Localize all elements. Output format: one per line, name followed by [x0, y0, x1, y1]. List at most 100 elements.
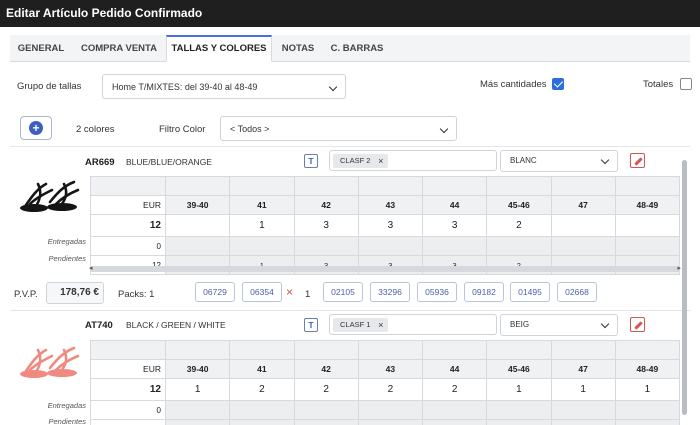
size-header: 45-46	[486, 195, 552, 215]
quantity-cell[interactable]	[164, 214, 231, 237]
color-select[interactable]: BEIG	[500, 314, 618, 336]
table-cell	[357, 340, 424, 360]
t-button[interactable]: T	[304, 318, 318, 332]
close-icon[interactable]: ×	[378, 154, 383, 168]
article-color-name: BLACK / GREEN / WHITE	[126, 320, 226, 330]
chevron-down-icon	[600, 319, 610, 329]
table-cell	[293, 400, 359, 420]
chevron-down-icon	[328, 82, 338, 92]
quantity-cell[interactable]: 2	[357, 378, 424, 401]
close-icon[interactable]: ×	[378, 318, 383, 332]
quantity-cell[interactable]: 1	[550, 378, 616, 401]
table-cell	[164, 236, 231, 256]
barcode-chip[interactable]: 01495	[510, 282, 550, 302]
article-code: AR669	[85, 157, 115, 168]
barcode-chip[interactable]: 02668	[557, 282, 597, 302]
size-header: 43	[357, 359, 424, 379]
close-icon[interactable]: ×	[286, 286, 293, 298]
horizontal-scrollbar[interactable]: ◂ ▸	[89, 265, 681, 272]
pendientes-cell: 2	[229, 419, 295, 425]
divider	[10, 146, 690, 147]
size-header: 47	[550, 359, 616, 379]
quantity-cell[interactable]: 2	[229, 378, 295, 401]
grupo-tallas-select[interactable]: Home T/MIXTES: del 39-40 al 48-49	[102, 74, 346, 99]
pendientes-cell: 1	[486, 419, 552, 425]
shoe-image	[20, 180, 80, 212]
table-cell	[614, 400, 681, 420]
barcode-chip[interactable]: 33296	[370, 282, 410, 302]
pendientes-cell: 2	[357, 419, 424, 425]
barcode-chip[interactable]: 02105	[323, 282, 363, 302]
article-code: AT740	[85, 320, 113, 331]
quantity-cell[interactable]: 3	[357, 214, 424, 237]
quantity-cell[interactable]: 1	[164, 378, 231, 401]
scroll-left-icon[interactable]: ◂	[89, 265, 93, 272]
pendientes-value: 12	[90, 419, 166, 425]
quantity-cell[interactable]	[550, 214, 616, 237]
quantity-cell[interactable]: 1	[614, 378, 681, 401]
tab-c-barras[interactable]: C. BARRAS	[324, 35, 390, 62]
shoe-image	[20, 346, 80, 378]
paint-brush-icon[interactable]	[630, 317, 645, 332]
t-button[interactable]: T	[304, 154, 318, 168]
chevron-down-icon	[600, 155, 610, 165]
entregadas-label: Entregadas	[47, 401, 86, 410]
grupo-tallas-value: Home T/MIXTES: del 39-40 al 48-49	[112, 82, 258, 92]
size-header: 41	[229, 359, 295, 379]
table-cell	[421, 236, 488, 256]
table-row: 0	[90, 236, 681, 256]
scrollbar-thumb[interactable]	[682, 160, 687, 415]
quantity-cell[interactable]: 1	[229, 214, 295, 237]
table-cell	[229, 236, 295, 256]
table-cell	[357, 176, 424, 196]
pendientes-cell: 2	[293, 419, 359, 425]
pendientes-label: Pendientes	[48, 417, 86, 425]
clasificacion-tag-input[interactable]: CLASF 2 ×	[329, 150, 497, 171]
table-cell	[421, 400, 488, 420]
pvp-field[interactable]: 178,76 €	[46, 282, 104, 304]
vertical-scrollbar[interactable]	[681, 152, 688, 420]
add-color-button[interactable]: +	[20, 116, 52, 140]
table-cell	[293, 176, 359, 196]
quantity-cell[interactable]: 2	[421, 378, 488, 401]
table-cell	[164, 400, 231, 420]
totales-checkbox[interactable]	[680, 78, 692, 90]
color-select[interactable]: BLANC	[500, 150, 618, 172]
mas-cantidades-checkbox[interactable]	[552, 78, 564, 90]
size-header: 44	[421, 195, 488, 215]
size-header: 42	[293, 359, 359, 379]
quantity-cell[interactable]: 2	[486, 214, 552, 237]
quantity-cell[interactable]: 1	[486, 378, 552, 401]
table-row: EUR 39-40 41 42 43 44 45-46 47 48-49	[90, 359, 681, 379]
filtro-color-select[interactable]: < Todos >	[220, 116, 457, 141]
barcode-chip[interactable]: 05936	[417, 282, 457, 302]
size-header: 39-40	[164, 195, 231, 215]
barcode-chip[interactable]: 06729	[195, 282, 235, 302]
table-cell	[614, 176, 681, 196]
quantity-cell[interactable]	[614, 214, 681, 237]
unit-label: EUR	[90, 195, 166, 215]
barcode-chip[interactable]: 06354	[242, 282, 282, 302]
clasificacion-tag-input[interactable]: CLASF 1 ×	[329, 314, 497, 335]
entregadas-label: Entregadas	[47, 237, 86, 246]
quantity-cell[interactable]: 2	[293, 378, 359, 401]
size-header: 47	[550, 195, 616, 215]
tab-notas[interactable]: NOTAS	[272, 35, 324, 62]
plus-icon: +	[29, 121, 43, 135]
tab-compra-venta[interactable]: COMPRA VENTA	[72, 35, 166, 62]
table-row: EUR 39-40 41 42 43 44 45-46 47 48-49	[90, 195, 681, 215]
tab-tallas-y-colores[interactable]: TALLAS Y COLORES	[166, 35, 272, 62]
tab-general[interactable]: GENERAL	[10, 35, 72, 62]
filtro-color-value: < Todos >	[230, 124, 270, 134]
table-cell	[550, 400, 616, 420]
total-quantity: 12	[90, 378, 166, 401]
size-header: 43	[357, 195, 424, 215]
barcode-chip[interactable]: 09182	[464, 282, 504, 302]
pendientes-cell: 1	[614, 419, 681, 425]
paint-brush-icon[interactable]	[630, 153, 645, 168]
table-cell	[614, 340, 681, 360]
quantity-cell[interactable]: 3	[421, 214, 488, 237]
table-row: 12 1 2 2 2 2 1 1 1	[90, 378, 681, 401]
quantity-cell[interactable]: 3	[293, 214, 359, 237]
table-cell	[164, 176, 231, 196]
